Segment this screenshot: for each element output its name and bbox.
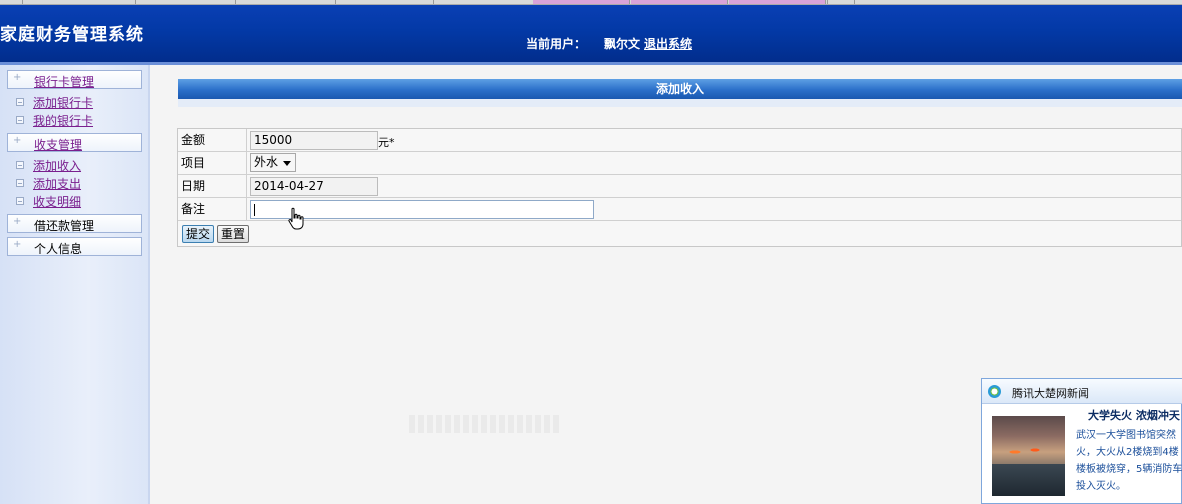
- submit-button[interactable]: 提交: [182, 225, 215, 243]
- app-title: 家庭财务管理系统: [0, 25, 144, 45]
- news-summary-line: 楼板被烧穿，5辆消防车: [1076, 464, 1182, 475]
- panel-title: 添加收入: [178, 79, 1182, 99]
- amount-unit: 元*: [378, 136, 395, 149]
- app-header: 家庭财务管理系统 当前用户： 飘尔文 退出系统: [0, 5, 1182, 62]
- plus-icon: +: [13, 135, 22, 146]
- sidebar-group-label: 借还款管理: [34, 219, 95, 233]
- sidebar-item-label: 添加银行卡: [33, 96, 94, 110]
- category-selected-value: 外水: [254, 155, 279, 169]
- category-label: 项目: [178, 152, 247, 174]
- square-bullet-icon: [16, 161, 24, 169]
- plus-icon: +: [13, 216, 22, 227]
- amount-label: 金额: [178, 129, 247, 151]
- news-summary[interactable]: 武汉一大学图书馆突然 火，大火从2楼烧到4楼 楼板被烧穿，5辆消防车 投入灭火。: [1076, 427, 1182, 495]
- category-select[interactable]: 外水: [250, 153, 296, 172]
- sidebar-item-label: 添加支出: [33, 177, 82, 191]
- sidebar-group-label: 银行卡管理: [34, 75, 95, 89]
- news-summary-line: 火，大火从2楼烧到4楼: [1076, 447, 1179, 458]
- logout-link[interactable]: 退出系统: [644, 37, 692, 51]
- form-row-note: 备注: [178, 198, 1181, 221]
- news-popup-header: 腾讯大楚网新闻: [982, 379, 1182, 404]
- news-photo[interactable]: [992, 416, 1065, 496]
- sidebar-group-label: 个人信息: [34, 242, 83, 256]
- news-summary-line: 投入灭火。: [1076, 481, 1126, 492]
- sidebar-group-loans[interactable]: + 借还款管理: [7, 214, 142, 233]
- news-popup[interactable]: 腾讯大楚网新闻 大学失火 浓烟冲天 武汉一大学图书馆突然 火，大火从2楼烧到4楼…: [981, 378, 1182, 504]
- sidebar-item-label: 添加收入: [33, 159, 82, 173]
- square-bullet-icon: [16, 116, 24, 124]
- square-bullet-icon: [16, 98, 24, 106]
- amount-input[interactable]: 15000: [250, 131, 378, 150]
- form-row-date: 日期 2014-04-27: [178, 175, 1181, 198]
- plus-icon: +: [13, 239, 22, 250]
- news-headline[interactable]: 大学失火 浓烟冲天: [1088, 407, 1180, 423]
- current-user-name: 飘尔文: [604, 37, 641, 51]
- plus-icon: +: [13, 72, 22, 83]
- reset-button[interactable]: 重置: [217, 225, 250, 243]
- form-row-category: 项目 外水: [178, 152, 1181, 175]
- text-caret: [254, 204, 255, 216]
- hand-pointer-icon: [288, 207, 304, 230]
- sidebar-group-personal-info[interactable]: + 个人信息: [7, 237, 142, 256]
- news-summary-line: 武汉一大学图书馆突然: [1076, 430, 1176, 441]
- sidebar-item-label: 我的银行卡: [33, 114, 94, 128]
- chevron-down-icon: [283, 161, 291, 166]
- user-info: 当前用户： 飘尔文 退出系统: [526, 35, 692, 52]
- sidebar-group-income-expense[interactable]: + 收支管理: [7, 133, 142, 152]
- date-input[interactable]: 2014-04-27: [250, 177, 378, 196]
- sidebar: + 银行卡管理 添加银行卡 我的银行卡 + 收支管理 添加收入 添加支出 收支明…: [0, 65, 150, 504]
- add-income-form: 金额 15000 元* 项目 外水 日期 2014-04-27 备注 提交 重置: [177, 128, 1182, 247]
- square-bullet-icon: [16, 197, 24, 205]
- tencent-news-logo-icon: [988, 385, 1001, 398]
- form-row-amount: 金额 15000 元*: [178, 129, 1181, 152]
- sidebar-group-label: 收支管理: [34, 138, 83, 152]
- news-popup-title: 腾讯大楚网新闻: [1012, 387, 1089, 400]
- square-bullet-icon: [16, 179, 24, 187]
- note-label: 备注: [178, 198, 247, 220]
- panel-title-underlay: [178, 99, 1182, 107]
- date-label: 日期: [178, 175, 247, 197]
- sidebar-item-label: 收支明细: [33, 195, 82, 209]
- faded-text-artifact: [409, 415, 559, 433]
- sidebar-group-bank-cards[interactable]: + 银行卡管理: [7, 70, 142, 89]
- current-user-label: 当前用户：: [526, 37, 587, 51]
